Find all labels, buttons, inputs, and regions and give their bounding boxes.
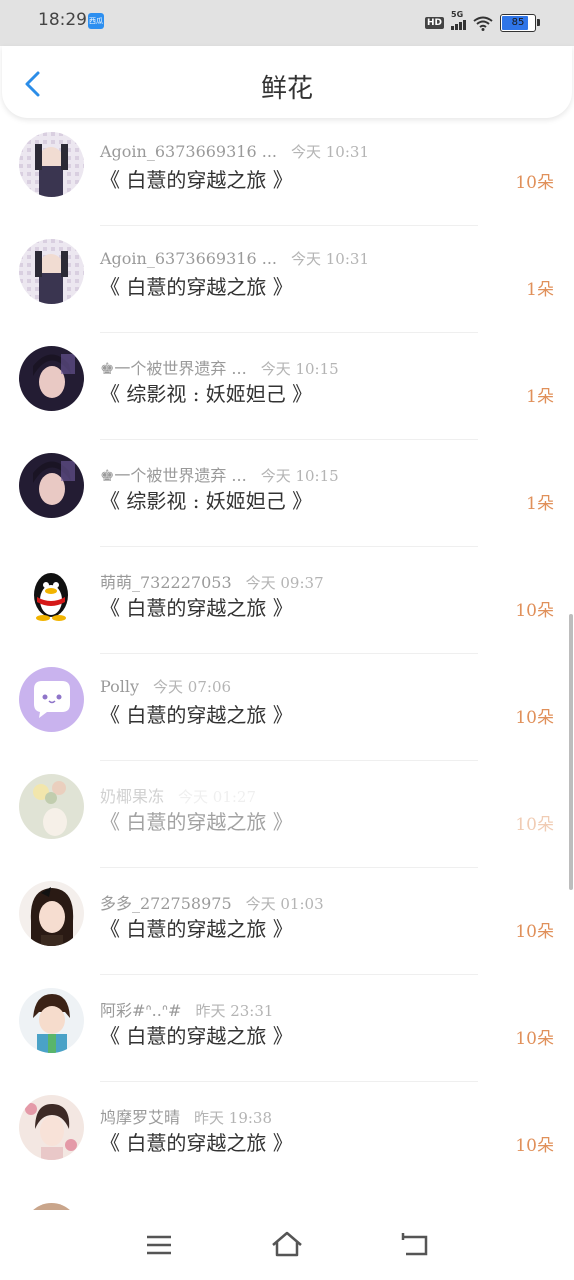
- wifi-icon: [473, 16, 493, 31]
- timestamp: 昨天 23:31: [195, 1002, 274, 1020]
- list-item[interactable]: 萌萌_732227053 今天 09:37 《 白薏的穿越之旅 》 10朵: [0, 547, 574, 654]
- battery-icon: 85: [500, 14, 540, 32]
- flower-count: 1朵: [526, 280, 554, 300]
- avatar[interactable]: [19, 132, 84, 197]
- book-title[interactable]: 《 白薏的穿越之旅 》: [100, 1127, 293, 1156]
- flower-count: 1朵: [526, 387, 554, 407]
- avatar[interactable]: [19, 988, 84, 1053]
- timestamp: 今天 01:03: [245, 895, 324, 913]
- user-name: Agoin_6373669316 ... 今天 10:31: [100, 249, 369, 268]
- app-notification-icon: 西瓜: [88, 13, 104, 29]
- book-title[interactable]: 《 白薏的穿越之旅 》: [100, 271, 293, 300]
- list-item[interactable]: 多多_272758975 今天 01:03 《 白薏的穿越之旅 》 10朵: [0, 868, 574, 975]
- network-label: 5G: [451, 10, 464, 19]
- flower-count: 10朵: [515, 815, 554, 835]
- flower-count: 10朵: [515, 708, 554, 728]
- avatar[interactable]: [19, 239, 84, 304]
- timestamp: 今天 10:15: [260, 467, 339, 485]
- timestamp: 今天 01:27: [178, 788, 257, 806]
- book-title[interactable]: 《 白薏的穿越之旅 》: [100, 164, 293, 193]
- flower-count: 10朵: [515, 173, 554, 193]
- timestamp: 今天 07:06: [153, 678, 232, 696]
- flower-count: 10朵: [515, 1029, 554, 1049]
- book-title[interactable]: 《 白薏的穿越之旅 》: [100, 699, 293, 728]
- avatar[interactable]: [19, 667, 84, 732]
- list-item[interactable]: Agoin_6373669316 ... 今天 10:31 《 白薏的穿越之旅 》…: [0, 119, 574, 226]
- book-title[interactable]: 《 白薏的穿越之旅 》: [100, 1020, 293, 1049]
- timestamp: 今天 09:37: [245, 574, 324, 592]
- timestamp: 昨天 19:38: [194, 1109, 273, 1127]
- app-header: 鲜花: [2, 46, 572, 118]
- user-name: Agoin_6373669316 ... 今天 10:31: [100, 142, 369, 161]
- status-time: 18:29: [38, 10, 87, 30]
- timestamp: 今天 10:31: [291, 250, 369, 268]
- home-icon[interactable]: [270, 1228, 304, 1262]
- flower-count: 10朵: [515, 922, 554, 942]
- book-title[interactable]: 《 综影视 : 妖姬妲己 》: [100, 378, 312, 407]
- list-item[interactable]: 奶椰果冻 今天 01:27 《 白薏的穿越之旅 》 10朵: [0, 761, 574, 868]
- avatar[interactable]: [19, 774, 84, 839]
- avatar[interactable]: [19, 881, 84, 946]
- back-icon[interactable]: [398, 1228, 432, 1262]
- page-title: 鲜花: [260, 74, 313, 104]
- book-title[interactable]: 《 综影视 : 妖姬妲己 》: [100, 485, 312, 514]
- book-title[interactable]: 《 白薏的穿越之旅 》: [100, 913, 293, 942]
- flower-count: 1朵: [526, 494, 554, 514]
- list-item[interactable]: 鸠摩罗艾晴 昨天 19:38 《 白薏的穿越之旅 》 10朵: [0, 1082, 574, 1184]
- list-item[interactable]: ♚一个被世界遗弃 ... 今天 10:15 《 综影视 : 妖姬妲己 》 1朵: [0, 333, 574, 440]
- user-name: 阿彩#ᐢ..ᐢ# 昨天 23:31: [100, 1001, 274, 1020]
- book-title[interactable]: 《 白薏的穿越之旅 》: [100, 592, 293, 621]
- avatar[interactable]: [19, 346, 84, 411]
- user-name: 鸠摩罗艾晴 昨天 19:38: [100, 1108, 273, 1127]
- user-name: 多多_272758975 今天 01:03: [100, 894, 324, 913]
- signal-icon: 5G: [451, 10, 466, 30]
- avatar[interactable]: [19, 453, 84, 518]
- book-title[interactable]: 《 白薏的穿越之旅 》: [100, 806, 293, 835]
- timestamp: 今天 10:31: [291, 143, 369, 161]
- scrollbar[interactable]: [569, 614, 573, 890]
- system-nav-bar: [0, 1210, 574, 1280]
- battery-level: 85: [511, 17, 525, 28]
- avatar[interactable]: [19, 560, 84, 625]
- avatar[interactable]: [19, 1095, 84, 1160]
- list-item[interactable]: 阿彩#ᐢ..ᐢ# 昨天 23:31 《 白薏的穿越之旅 》 10朵: [0, 975, 574, 1082]
- user-name: 奶椰果冻 今天 01:27: [100, 787, 257, 806]
- user-name: Polly 今天 07:06: [100, 677, 232, 696]
- flower-count: 10朵: [515, 1136, 554, 1156]
- list-item[interactable]: Polly 今天 07:06 《 白薏的穿越之旅 》 10朵: [0, 654, 574, 761]
- timestamp: 今天 10:15: [260, 360, 339, 378]
- menu-icon[interactable]: [142, 1228, 176, 1262]
- user-name: ♚一个被世界遗弃 ... 今天 10:15: [100, 466, 339, 485]
- list-item[interactable]: Agoin_6373669316 ... 今天 10:31 《 白薏的穿越之旅 》…: [0, 226, 574, 333]
- hd-icon: HD: [424, 17, 444, 29]
- flower-list: Agoin_6373669316 ... 今天 10:31 《 白薏的穿越之旅 》…: [0, 119, 574, 1184]
- flower-count: 10朵: [515, 601, 554, 621]
- list-item[interactable]: ♚一个被世界遗弃 ... 今天 10:15 《 综影视 : 妖姬妲己 》 1朵: [0, 440, 574, 547]
- user-name: ♚一个被世界遗弃 ... 今天 10:15: [100, 359, 339, 378]
- status-bar: 18:29 西瓜 HD 5G 85: [0, 0, 574, 46]
- user-name: 萌萌_732227053 今天 09:37: [100, 573, 324, 592]
